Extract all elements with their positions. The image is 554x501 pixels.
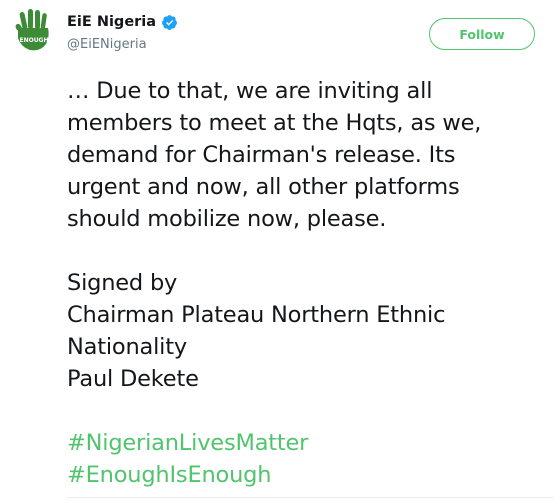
tweet-line: Chairman Plateau Northern Ethnic: [67, 302, 446, 328]
display-name[interactable]: EiE Nigeria: [67, 14, 156, 30]
paragraph-break: [67, 395, 537, 427]
hashtag-link[interactable]: #EnoughIsEnough: [67, 459, 537, 491]
tweet-line: members to meet at the Hqts, as we,: [67, 110, 482, 136]
tweet-line: should mobilize now, please.: [67, 206, 387, 232]
tweet-line: … Due to that, we are inviting all: [67, 78, 433, 104]
hashtag-link[interactable]: #NigerianLivesMatter: [67, 427, 537, 459]
avatar-hand-logo-icon: ENOUGH: [8, 6, 58, 56]
tweet-line: Paul Dekete: [67, 366, 199, 392]
avatar[interactable]: ENOUGH: [8, 6, 58, 56]
follow-button[interactable]: Follow: [429, 18, 535, 50]
paragraph-break: [67, 235, 537, 267]
tweet-header: ENOUGH EiE Nigeria @EiENigeria Follow: [0, 0, 554, 70]
name-row: EiE Nigeria: [67, 12, 178, 32]
verified-badge-icon: [161, 14, 178, 31]
tweet-text: … Due to that, we are inviting all membe…: [67, 75, 537, 491]
avatar-text: ENOUGH: [19, 37, 48, 44]
tweet-line: Nationality: [67, 334, 187, 360]
divider: [67, 497, 554, 498]
author-handle[interactable]: @EiENigeria: [67, 37, 147, 52]
tweet-line: demand for Chairman's release. Its: [67, 142, 456, 168]
tweet-line: urgent and now, all other platforms: [67, 174, 460, 200]
tweet-line: Signed by: [67, 270, 178, 296]
